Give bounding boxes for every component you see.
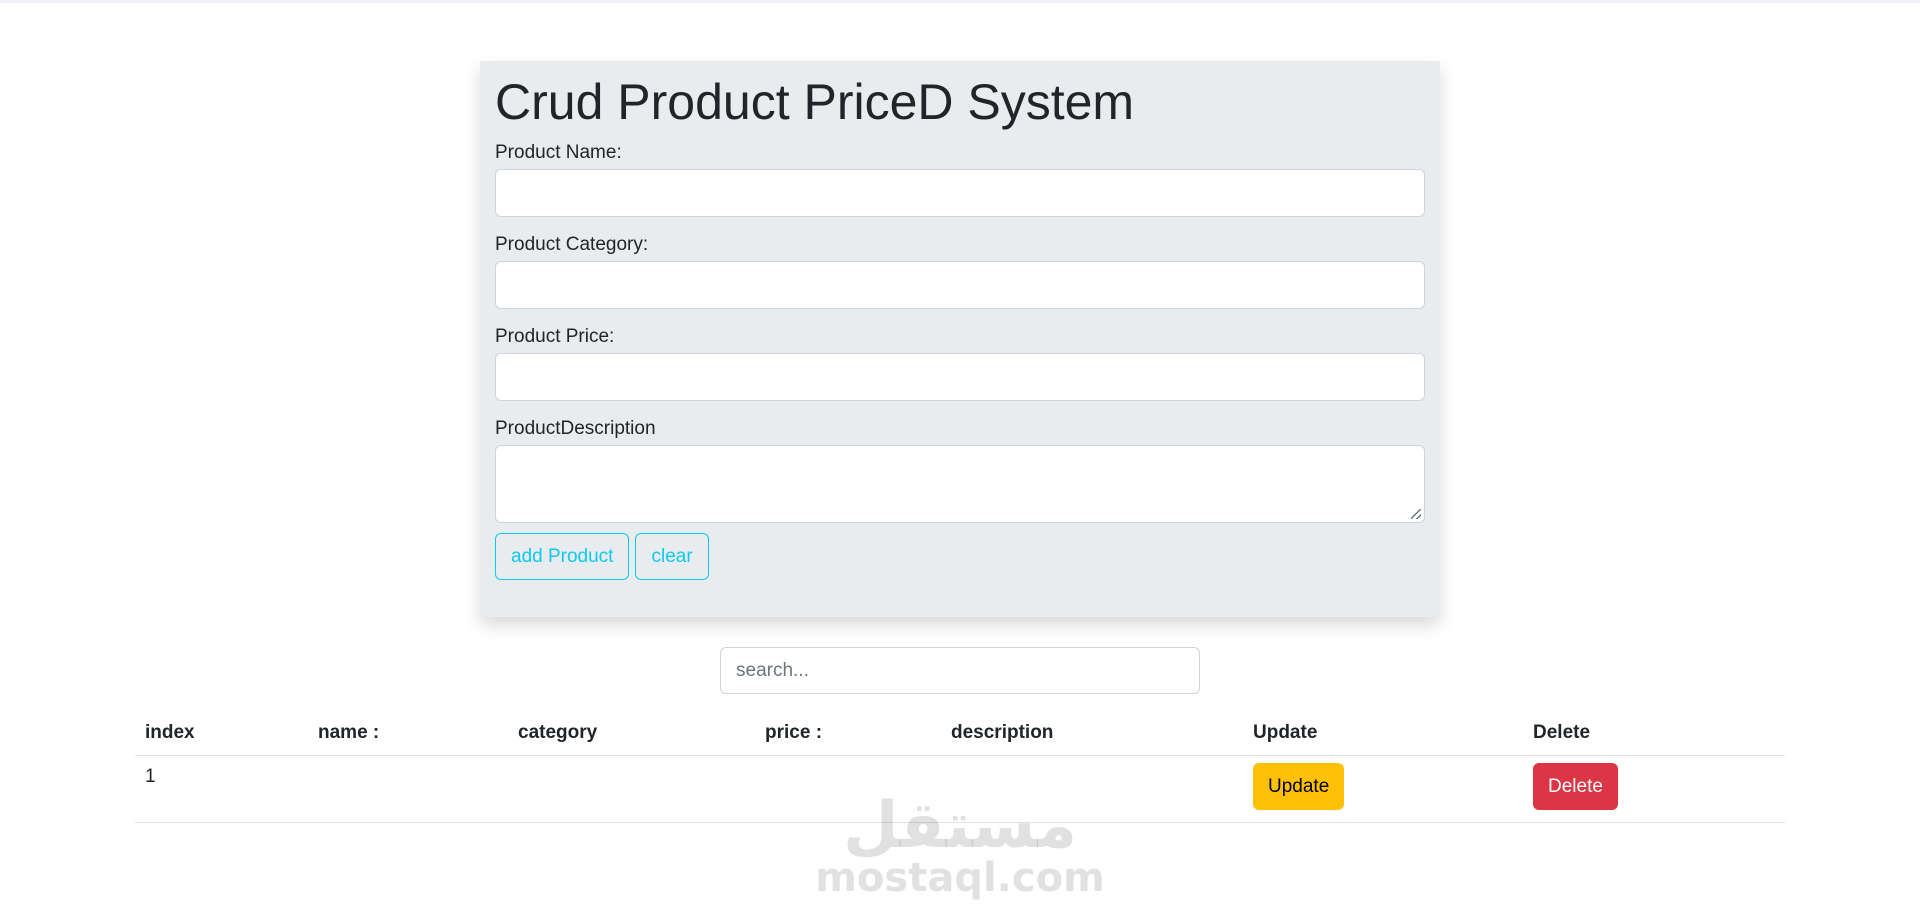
cell-category [508,755,755,823]
products-table-wrapper: index name : category price : descriptio… [135,710,1785,823]
table-row: 1 Update Delete [135,755,1785,823]
form-actions: add Product clear [495,533,1425,580]
cell-name [308,755,508,823]
header-index: index [135,710,308,756]
add-product-button[interactable]: add Product [495,533,630,580]
cell-index: 1 [135,755,308,823]
top-border [0,0,1920,3]
header-category: category [508,710,755,756]
product-form-card: Crud Product PriceD System Product Name:… [480,61,1440,617]
cell-delete: Delete [1523,755,1785,823]
product-description-label: ProductDescription [495,418,656,439]
product-price-label: Product Price: [495,326,615,347]
products-table: index name : category price : descriptio… [135,710,1785,823]
search-input[interactable] [720,647,1200,694]
header-description: description [941,710,1243,756]
clear-button[interactable]: clear [635,533,709,580]
header-price: price : [755,710,941,756]
product-name-label: Product Name: [495,142,622,163]
cell-description [941,755,1243,823]
product-category-label: Product Category: [495,234,649,255]
watermark-latin-text: mostaql.com [815,855,1105,901]
page-title: Crud Product PriceD System [495,74,1135,130]
delete-button[interactable]: Delete [1533,763,1618,810]
product-category-input[interactable] [495,261,1425,309]
table-header-row: index name : category price : descriptio… [135,710,1785,756]
product-price-input[interactable] [495,353,1425,401]
header-name: name : [308,710,508,756]
product-description-textarea[interactable] [495,445,1425,523]
cell-update: Update [1243,755,1523,823]
header-delete: Delete [1523,710,1785,756]
product-name-input[interactable] [495,169,1425,217]
cell-price [755,755,941,823]
header-update: Update [1243,710,1523,756]
resize-grip-icon[interactable] [1411,509,1421,519]
update-button[interactable]: Update [1253,763,1345,810]
